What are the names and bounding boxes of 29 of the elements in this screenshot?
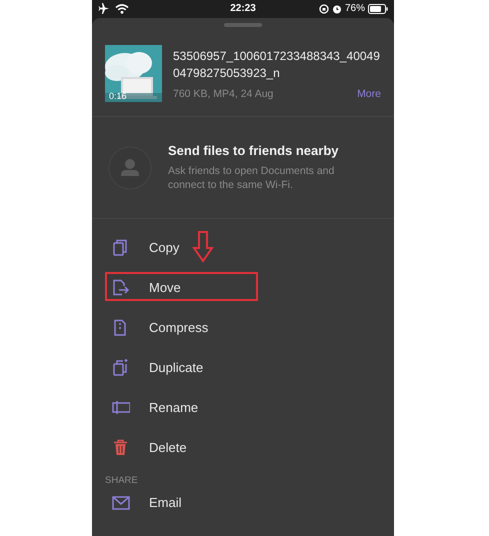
menu-item[interactable]: Copy <box>92 227 394 267</box>
nearby-title: Send files to friends nearby <box>168 143 340 158</box>
wifi-icon <box>115 4 129 14</box>
person-avatar-icon <box>108 146 152 190</box>
file-name: 53506957_1006017233488343_4004904798275053923_n <box>173 48 381 82</box>
nearby-description: Ask friends to open Documents and connect to the same Wi-Fi. <box>168 164 336 192</box>
drag-handle[interactable] <box>224 23 262 27</box>
menu-item[interactable]: Compress <box>92 307 394 347</box>
copy-icon <box>112 238 130 256</box>
trash-icon <box>112 438 130 456</box>
menu-item[interactable]: Duplicate <box>92 347 394 387</box>
battery-icon <box>368 4 388 14</box>
alarm-clock-icon <box>332 4 342 14</box>
orientation-lock-icon <box>318 4 329 14</box>
video-duration: 0:16 <box>109 91 127 101</box>
section-heading: SHARE <box>104 474 139 486</box>
airplane-icon <box>98 3 110 14</box>
menu-item[interactable]: Email <box>92 486 394 518</box>
menu-item[interactable]: Rename <box>92 387 394 427</box>
status-time: 22:23 <box>230 3 256 14</box>
battery-percent: 76% <box>344 3 365 14</box>
duplicate-icon <box>112 358 130 376</box>
file-arrow-icon <box>112 278 130 296</box>
file-details: 760 KB, MP4, 24 Aug <box>173 88 274 100</box>
menu-item[interactable]: Move <box>92 267 394 307</box>
rename-icon <box>112 398 130 416</box>
down-arrow-annotation <box>192 231 214 263</box>
envelope-icon <box>112 494 130 510</box>
menu-item[interactable]: Delete <box>92 427 394 467</box>
